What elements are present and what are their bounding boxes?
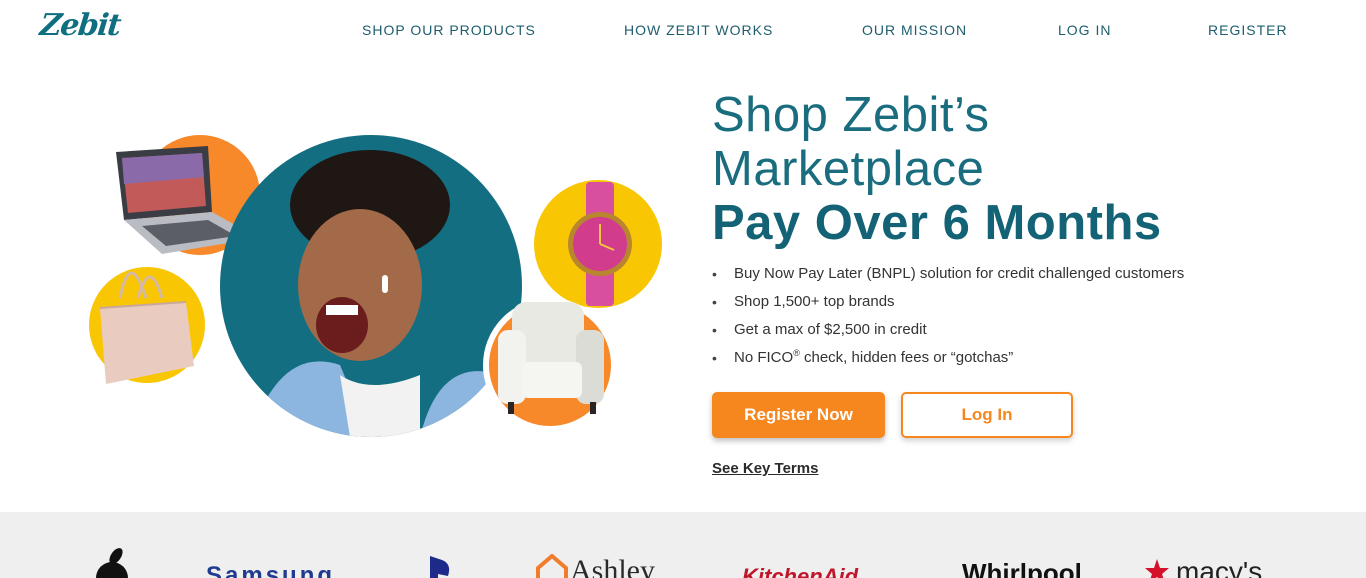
woman-illustration <box>250 150 522 437</box>
hero-title-line-2: Marketplace <box>712 142 985 196</box>
handbag-icon <box>99 271 194 384</box>
kitchenaid-logo: KitchenAid <box>742 564 859 578</box>
hero-image-collage <box>0 62 700 512</box>
ashley-logo: Ashley <box>570 554 655 578</box>
playstation-logo-icon <box>430 556 450 578</box>
hero-content: Shop Zebit’s Marketplace Pay Over 6 Mont… <box>712 88 1352 372</box>
nav-our-mission[interactable]: OUR MISSION <box>862 22 967 38</box>
armchair-icon <box>498 302 604 414</box>
benefit-brands: Shop 1,500+ top brands <box>712 288 1352 316</box>
hero-woman-photo <box>220 135 522 437</box>
nav-shop-our-products[interactable]: SHOP OUR PRODUCTS <box>362 22 536 38</box>
hero-title-line-3: Pay Over 6 Months <box>712 196 1162 250</box>
benefit-bnpl: Buy Now Pay Later (BNPL) solution for cr… <box>712 260 1352 288</box>
watch-icon <box>568 182 632 306</box>
registered-mark: ® <box>793 348 800 358</box>
nav-register[interactable]: REGISTER <box>1208 22 1288 38</box>
benefit-no-fico: No FICO® check, hidden fees or “gotchas” <box>712 344 1352 372</box>
macys-logo: macy's <box>1176 556 1263 578</box>
nav-log-in[interactable]: LOG IN <box>1058 22 1111 38</box>
benefit-credit: Get a max of $2,500 in credit <box>712 316 1352 344</box>
macys-star-icon <box>1145 559 1169 578</box>
benefits-list: Buy Now Pay Later (BNPL) solution for cr… <box>712 260 1352 372</box>
hero-title-line-1: Shop Zebit’s <box>712 88 990 142</box>
nav-how-zebit-works[interactable]: HOW ZEBIT WORKS <box>624 22 773 38</box>
main-nav: SHOP OUR PRODUCTS HOW ZEBIT WORKS OUR MI… <box>0 22 1366 42</box>
brand-logo-strip: Samsung Ashley KitchenAid Whirlpool macy… <box>0 512 1366 578</box>
apple-logo-icon <box>96 548 128 578</box>
no-fico-rest: check, hidden fees or “gotchas” <box>799 349 1014 366</box>
log-in-button[interactable]: Log In <box>901 392 1073 438</box>
no-fico-text: No FICO <box>734 349 794 366</box>
whirlpool-logo: Whirlpool <box>962 558 1082 578</box>
register-now-button[interactable]: Register Now <box>712 392 885 438</box>
see-key-terms-link[interactable]: See Key Terms <box>712 460 818 477</box>
site-header: Zebit SHOP OUR PRODUCTS HOW ZEBIT WORKS … <box>0 0 1366 62</box>
ashley-house-icon <box>536 554 568 578</box>
samsung-logo: Samsung <box>206 562 336 578</box>
